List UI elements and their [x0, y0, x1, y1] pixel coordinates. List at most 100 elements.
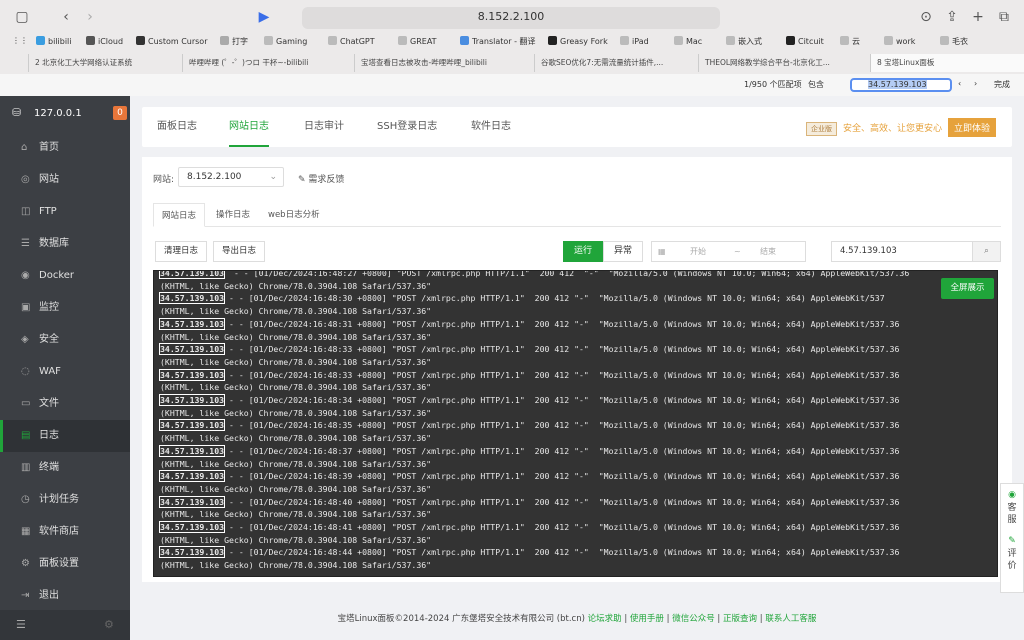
bookmark-folder[interactable]: Mac [674, 36, 702, 46]
footer-link-manual[interactable]: 使用手册 [630, 614, 664, 624]
log-console[interactable]: 34.57.139.103 - - [01/Dec/2024:16:48:27 … [153, 270, 998, 577]
sidebar-toggle-icon[interactable]: ▢ [12, 8, 32, 26]
bookmark-folder[interactable]: 毛衣 [940, 36, 968, 47]
download-icon[interactable]: ⊙ [916, 8, 936, 26]
new-tab-icon[interactable]: + [968, 8, 988, 26]
log-line: 34.57.139.103 - - [01/Dec/2024:16:48:44 … [158, 546, 900, 559]
sidebar-item-cron[interactable]: ◷ 计划任务 [0, 484, 130, 516]
address-bar[interactable]: 8.152.2.100 [302, 7, 720, 29]
search-icon[interactable]: ⌕ [972, 242, 1000, 261]
fullscreen-button[interactable]: 全屏展示 [941, 278, 994, 299]
back-icon[interactable]: ‹ [56, 8, 76, 26]
tab-ssh-log[interactable]: SSH登录日志 [377, 107, 437, 147]
log-search-input[interactable]: 4.57.139.103 ⌕ [831, 241, 1001, 262]
log-line: (KHTML, like Gecko) Chrome/78.0.3904.108… [160, 458, 432, 469]
sidebar-item-website[interactable]: ◎ 网站 [0, 164, 130, 196]
end-date[interactable]: 结束 [760, 242, 776, 261]
bookmark-folder[interactable]: work [884, 36, 915, 46]
clear-log-button[interactable]: 清理日志 [155, 241, 208, 262]
bookmark-item[interactable]: 打字 [220, 36, 248, 47]
bookmark-item[interactable]: bilibili [36, 36, 72, 46]
tab-panel-log[interactable]: 面板日志 [157, 107, 197, 147]
export-log-button[interactable]: 导出日志 [213, 241, 266, 262]
collapse-icon[interactable]: ☰ [16, 618, 26, 631]
browser-tab-active[interactable]: 8 宝塔Linux面板 [870, 54, 1024, 72]
service-button[interactable]: 客服 [1007, 502, 1017, 526]
bookmark-folder[interactable]: GREAT [398, 36, 437, 46]
tab-log-audit[interactable]: 日志审计 [304, 107, 344, 147]
site-select[interactable]: 8.152.2.100 ⌄ [178, 167, 284, 187]
find-contains-dropdown[interactable]: 包含 [808, 79, 824, 90]
bookmark-folder[interactable]: 嵌入式 [726, 36, 762, 47]
find-next-icon[interactable]: › [974, 79, 977, 88]
log-line: 34.57.139.103 - - [01/Dec/2024:16:48:35 … [158, 419, 900, 432]
sidebar-item-waf[interactable]: ◌ WAF [0, 356, 130, 388]
footer-link-support[interactable]: 联系人工客服 [765, 614, 816, 624]
sidebar-item-home[interactable]: ⌂ 首页 [0, 132, 130, 164]
footer-link-forum[interactable]: 论坛求助 [588, 614, 622, 624]
sidebar-item-logs[interactable]: ▤ 日志 [0, 420, 130, 452]
subtab-operation-log[interactable]: 操作日志 [208, 203, 258, 227]
abnormal-button[interactable]: 异常 [603, 241, 643, 262]
try-now-button[interactable]: 立即体验 [947, 118, 996, 137]
tab-site-log[interactable]: 网站日志 [229, 107, 269, 147]
sidebar-item-docker[interactable]: ◉ Docker [0, 260, 130, 292]
edit-icon: ✎ [298, 175, 306, 185]
bookmark-item[interactable]: Greasy Fork [548, 36, 608, 46]
bookmark-folder[interactable]: 云 [840, 36, 860, 47]
find-prev-icon[interactable]: ‹ [958, 79, 961, 88]
feedback-link[interactable]: ✎ 需求反馈 [298, 172, 344, 185]
tab-strip: 2 北京化工大学网络认证系统 哔哩哔哩 (゜-゜)つロ 干杯~-bilibili… [0, 54, 1024, 72]
start-date[interactable]: 开始 [690, 242, 706, 261]
subtab-site-log[interactable]: 网站日志 [153, 203, 206, 227]
feedback-button[interactable]: 评价 [1007, 548, 1017, 572]
promo-text: 安全、高效、让您更安心 [842, 124, 942, 134]
sidebar-item-security[interactable]: ◈ 安全 [0, 324, 130, 356]
settings-icon[interactable]: ⚙ [104, 618, 114, 631]
browser-tab[interactable]: THEOL网络教学综合平台-北京化工... [698, 54, 858, 72]
browser-tab[interactable]: 哔哩哔哩 (゜-゜)つロ 干杯~-bilibili [182, 54, 350, 72]
find-done-button[interactable]: 完成 [994, 79, 1010, 90]
bookmark-item[interactable]: Custom Cursor [136, 36, 208, 46]
chevron-down-icon: ⌄ [269, 172, 277, 182]
date-separator: ~ [734, 247, 741, 256]
subtab-web-analysis[interactable]: web日志分析 [260, 203, 328, 227]
share-icon[interactable]: ⇪ [942, 8, 962, 26]
terminal-icon: ▥ [21, 462, 31, 473]
sidebar-item-store[interactable]: ▦ 软件商店 [0, 516, 130, 548]
date-range[interactable]: ▦ 开始 ~ 结束 [651, 241, 806, 262]
footer-link-verify[interactable]: 正版查询 [723, 614, 757, 624]
run-button[interactable]: 运行 [563, 241, 603, 262]
sidebar-item-settings[interactable]: ⚙ 面板设置 [0, 548, 130, 580]
bookmark-item[interactable]: iCloud [86, 36, 123, 46]
sidebar-item-monitor[interactable]: ▣ 监控 [0, 292, 130, 324]
sidebar-item-ftp[interactable]: ◫ FTP [0, 196, 130, 228]
media-icon[interactable]: ▶ [254, 8, 274, 26]
log-line: 34.57.139.103 - - [01/Dec/2024:16:48:34 … [158, 394, 900, 406]
sidebar-item-files[interactable]: ▭ 文件 [0, 388, 130, 420]
sidebar-item-terminal[interactable]: ▥ 终端 [0, 452, 130, 484]
browser-tab[interactable]: 2 北京化工大学网络认证系统 [28, 54, 178, 72]
notification-badge[interactable]: 0 [113, 106, 127, 120]
find-input[interactable]: 34.57.139.103 [850, 78, 952, 92]
log-line: 34.57.139.103 - - [01/Dec/2024:16:48:39 … [158, 470, 900, 483]
bookmark-folder[interactable]: iPad [620, 36, 649, 46]
tab-software-log[interactable]: 软件日志 [471, 107, 511, 147]
sidebar-item-logout[interactable]: ⇥ 退出 [0, 580, 130, 612]
bookmark-folder[interactable]: Gaming [264, 36, 307, 46]
tab-overview-icon[interactable]: ⧉ [994, 8, 1014, 26]
bookmark-item[interactable]: Citcuit [786, 36, 824, 46]
main-tabs: 面板日志 网站日志 日志审计 SSH登录日志 软件日志 企业版 安全、高效、让您更… [142, 107, 1012, 147]
log-line: (KHTML, like Gecko) Chrome/78.0.3904.108… [160, 306, 432, 317]
bookmarks-grid-icon[interactable]: ⋮⋮ [12, 36, 28, 45]
bookmark-item[interactable]: Translator - 翻译 [460, 36, 536, 47]
sidebar-footer: ☰ ⚙ [0, 610, 130, 640]
find-bar: 1/950 个匹配项 包含 34.57.139.103 ‹ › 完成 [0, 74, 1024, 96]
log-line: (KHTML, like Gecko) Chrome/78.0.3904.108… [160, 407, 432, 418]
footer-link-wechat[interactable]: 微信公众号 [672, 614, 715, 624]
browser-tab[interactable]: 宝塔查看日志被攻击-哔哩哔哩_bilibili [354, 54, 530, 72]
sidebar-item-database[interactable]: ☰ 数据库 [0, 228, 130, 260]
browser-tab[interactable]: 谷歌SEO优化7:无需流量统计插件,... [534, 54, 694, 72]
bookmark-folder[interactable]: ChatGPT [328, 36, 375, 46]
forward-icon[interactable]: › [80, 8, 100, 26]
